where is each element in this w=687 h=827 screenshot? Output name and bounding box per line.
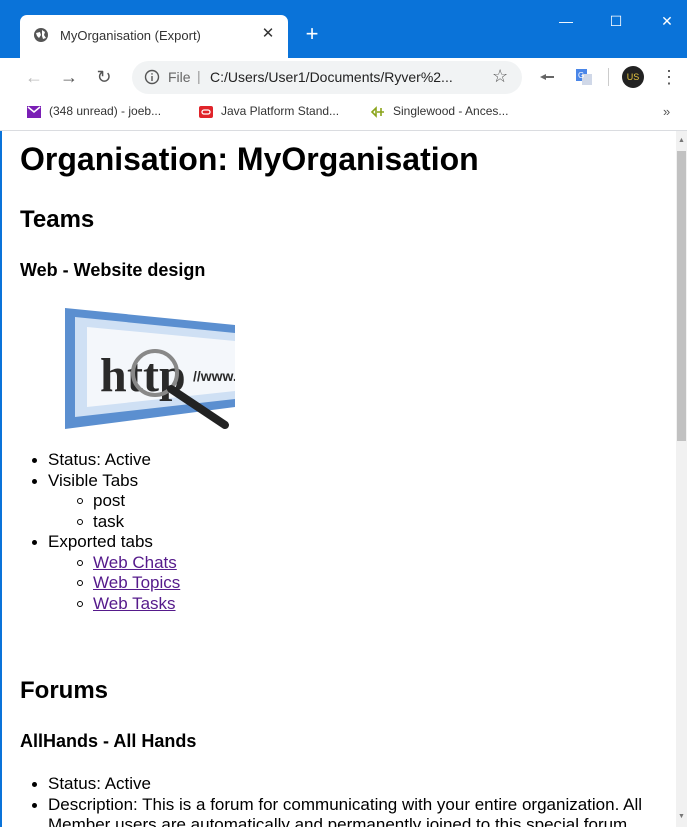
scroll-up-icon[interactable]: ▲	[678, 137, 685, 145]
extension-icon[interactable]	[538, 68, 556, 86]
forums-heading: Forums	[20, 677, 109, 704]
visible-tab-post: post	[77, 491, 676, 512]
globe-icon	[34, 28, 48, 42]
svg-text:h: h	[100, 349, 127, 402]
forum-details-list: Status: Active Description: This is a fo…	[32, 774, 676, 827]
vertical-scrollbar[interactable]: ▲ ▼	[676, 131, 687, 827]
bookmark-ancestry[interactable]: Singlewood - Ances...	[371, 104, 508, 122]
tab-title: MyOrganisation (Export)	[60, 28, 201, 43]
visible-tab-task: task	[77, 512, 676, 533]
close-window-icon[interactable]: ✕	[656, 10, 678, 32]
translate-icon[interactable]: G	[575, 68, 593, 86]
toolbar-divider	[608, 68, 609, 86]
browser-title-bar: MyOrganisation (Export) ✕ + — ☐ ✕	[0, 0, 687, 58]
team-details-list: Status: Active Visible Tabs post task Ex…	[32, 450, 676, 615]
page-title: Organisation: MyOrganisation	[20, 141, 479, 177]
bookmark-mail[interactable]: (348 unread) - joeb...	[27, 104, 161, 122]
forum-name: AllHands - All Hands	[20, 731, 197, 751]
team-name: Web - Website design	[20, 260, 206, 280]
page-viewport: Organisation: MyOrganisation Teams Web -…	[0, 131, 676, 827]
new-tab-button[interactable]: +	[302, 23, 322, 45]
profile-avatar[interactable]: US	[622, 66, 644, 88]
ancestry-icon	[371, 105, 384, 118]
maximize-icon[interactable]: ☐	[605, 10, 627, 32]
web-tasks-link[interactable]: Web Tasks	[93, 594, 176, 613]
address-scheme: File	[168, 69, 191, 85]
bookmark-star-icon[interactable]: ☆	[492, 66, 508, 87]
forum-description: Description: This is a forum for communi…	[32, 795, 676, 827]
bookmark-label: Java Platform Stand...	[221, 104, 340, 118]
mail-icon	[27, 105, 41, 118]
address-bar[interactable]: File | C:/Users/User1/Documents/Ryver%2.…	[132, 61, 522, 94]
web-chats-link[interactable]: Web Chats	[93, 553, 177, 572]
http-logo-image: h ttp //www.	[65, 303, 235, 429]
kebab-menu-icon[interactable]: ⋮	[660, 66, 678, 88]
visible-tabs-list: post task	[77, 491, 676, 533]
reload-icon[interactable]: ↻	[91, 64, 117, 90]
web-topics-link[interactable]: Web Topics	[93, 573, 180, 592]
back-arrow-icon[interactable]: ←	[21, 64, 47, 90]
exported-tab-item: Web Topics	[77, 573, 676, 594]
browser-tab[interactable]: MyOrganisation (Export) ✕	[20, 15, 288, 58]
bookmark-java[interactable]: Java Platform Stand...	[199, 104, 339, 122]
oracle-icon	[199, 105, 213, 118]
scrollbar-thumb[interactable]	[677, 151, 686, 441]
address-url[interactable]: C:/Users/User1/Documents/Ryver%2...	[210, 69, 453, 85]
exported-tab-item: Web Tasks	[77, 594, 676, 615]
scroll-down-icon[interactable]: ▼	[678, 813, 685, 821]
teams-heading: Teams	[20, 206, 95, 233]
browser-toolbar: ← → ↻ File | C:/Users/User1/Documents/Ry…	[0, 58, 687, 96]
exported-tab-item: Web Chats	[77, 553, 676, 574]
info-icon[interactable]	[144, 69, 160, 85]
forward-arrow-icon[interactable]: →	[56, 64, 82, 90]
bookmark-label: Singlewood - Ances...	[393, 104, 509, 118]
close-tab-icon[interactable]: ✕	[260, 25, 276, 43]
bookmark-label: (348 unread) - joeb...	[49, 104, 162, 118]
visible-tabs-label: Visible Tabs	[48, 470, 139, 490]
team-status: Status: Active	[32, 450, 676, 471]
forum-status: Status: Active	[32, 774, 676, 795]
bookmarks-overflow-icon[interactable]: »	[663, 104, 670, 119]
svg-text://www.: //www.	[193, 368, 235, 384]
svg-text:G: G	[578, 71, 584, 80]
bookmarks-bar: (348 unread) - joeb... Java Platform Sta…	[0, 96, 687, 131]
visible-tabs-item: Visible Tabs post task	[32, 470, 676, 533]
exported-tabs-item: Exported tabs Web Chats Web Topics Web T…	[32, 532, 676, 615]
exported-tabs-label: Exported tabs	[48, 532, 153, 551]
minimize-icon[interactable]: —	[555, 10, 577, 32]
address-separator: |	[197, 68, 201, 84]
exported-tabs-list: Web Chats Web Topics Web Tasks	[77, 553, 676, 615]
